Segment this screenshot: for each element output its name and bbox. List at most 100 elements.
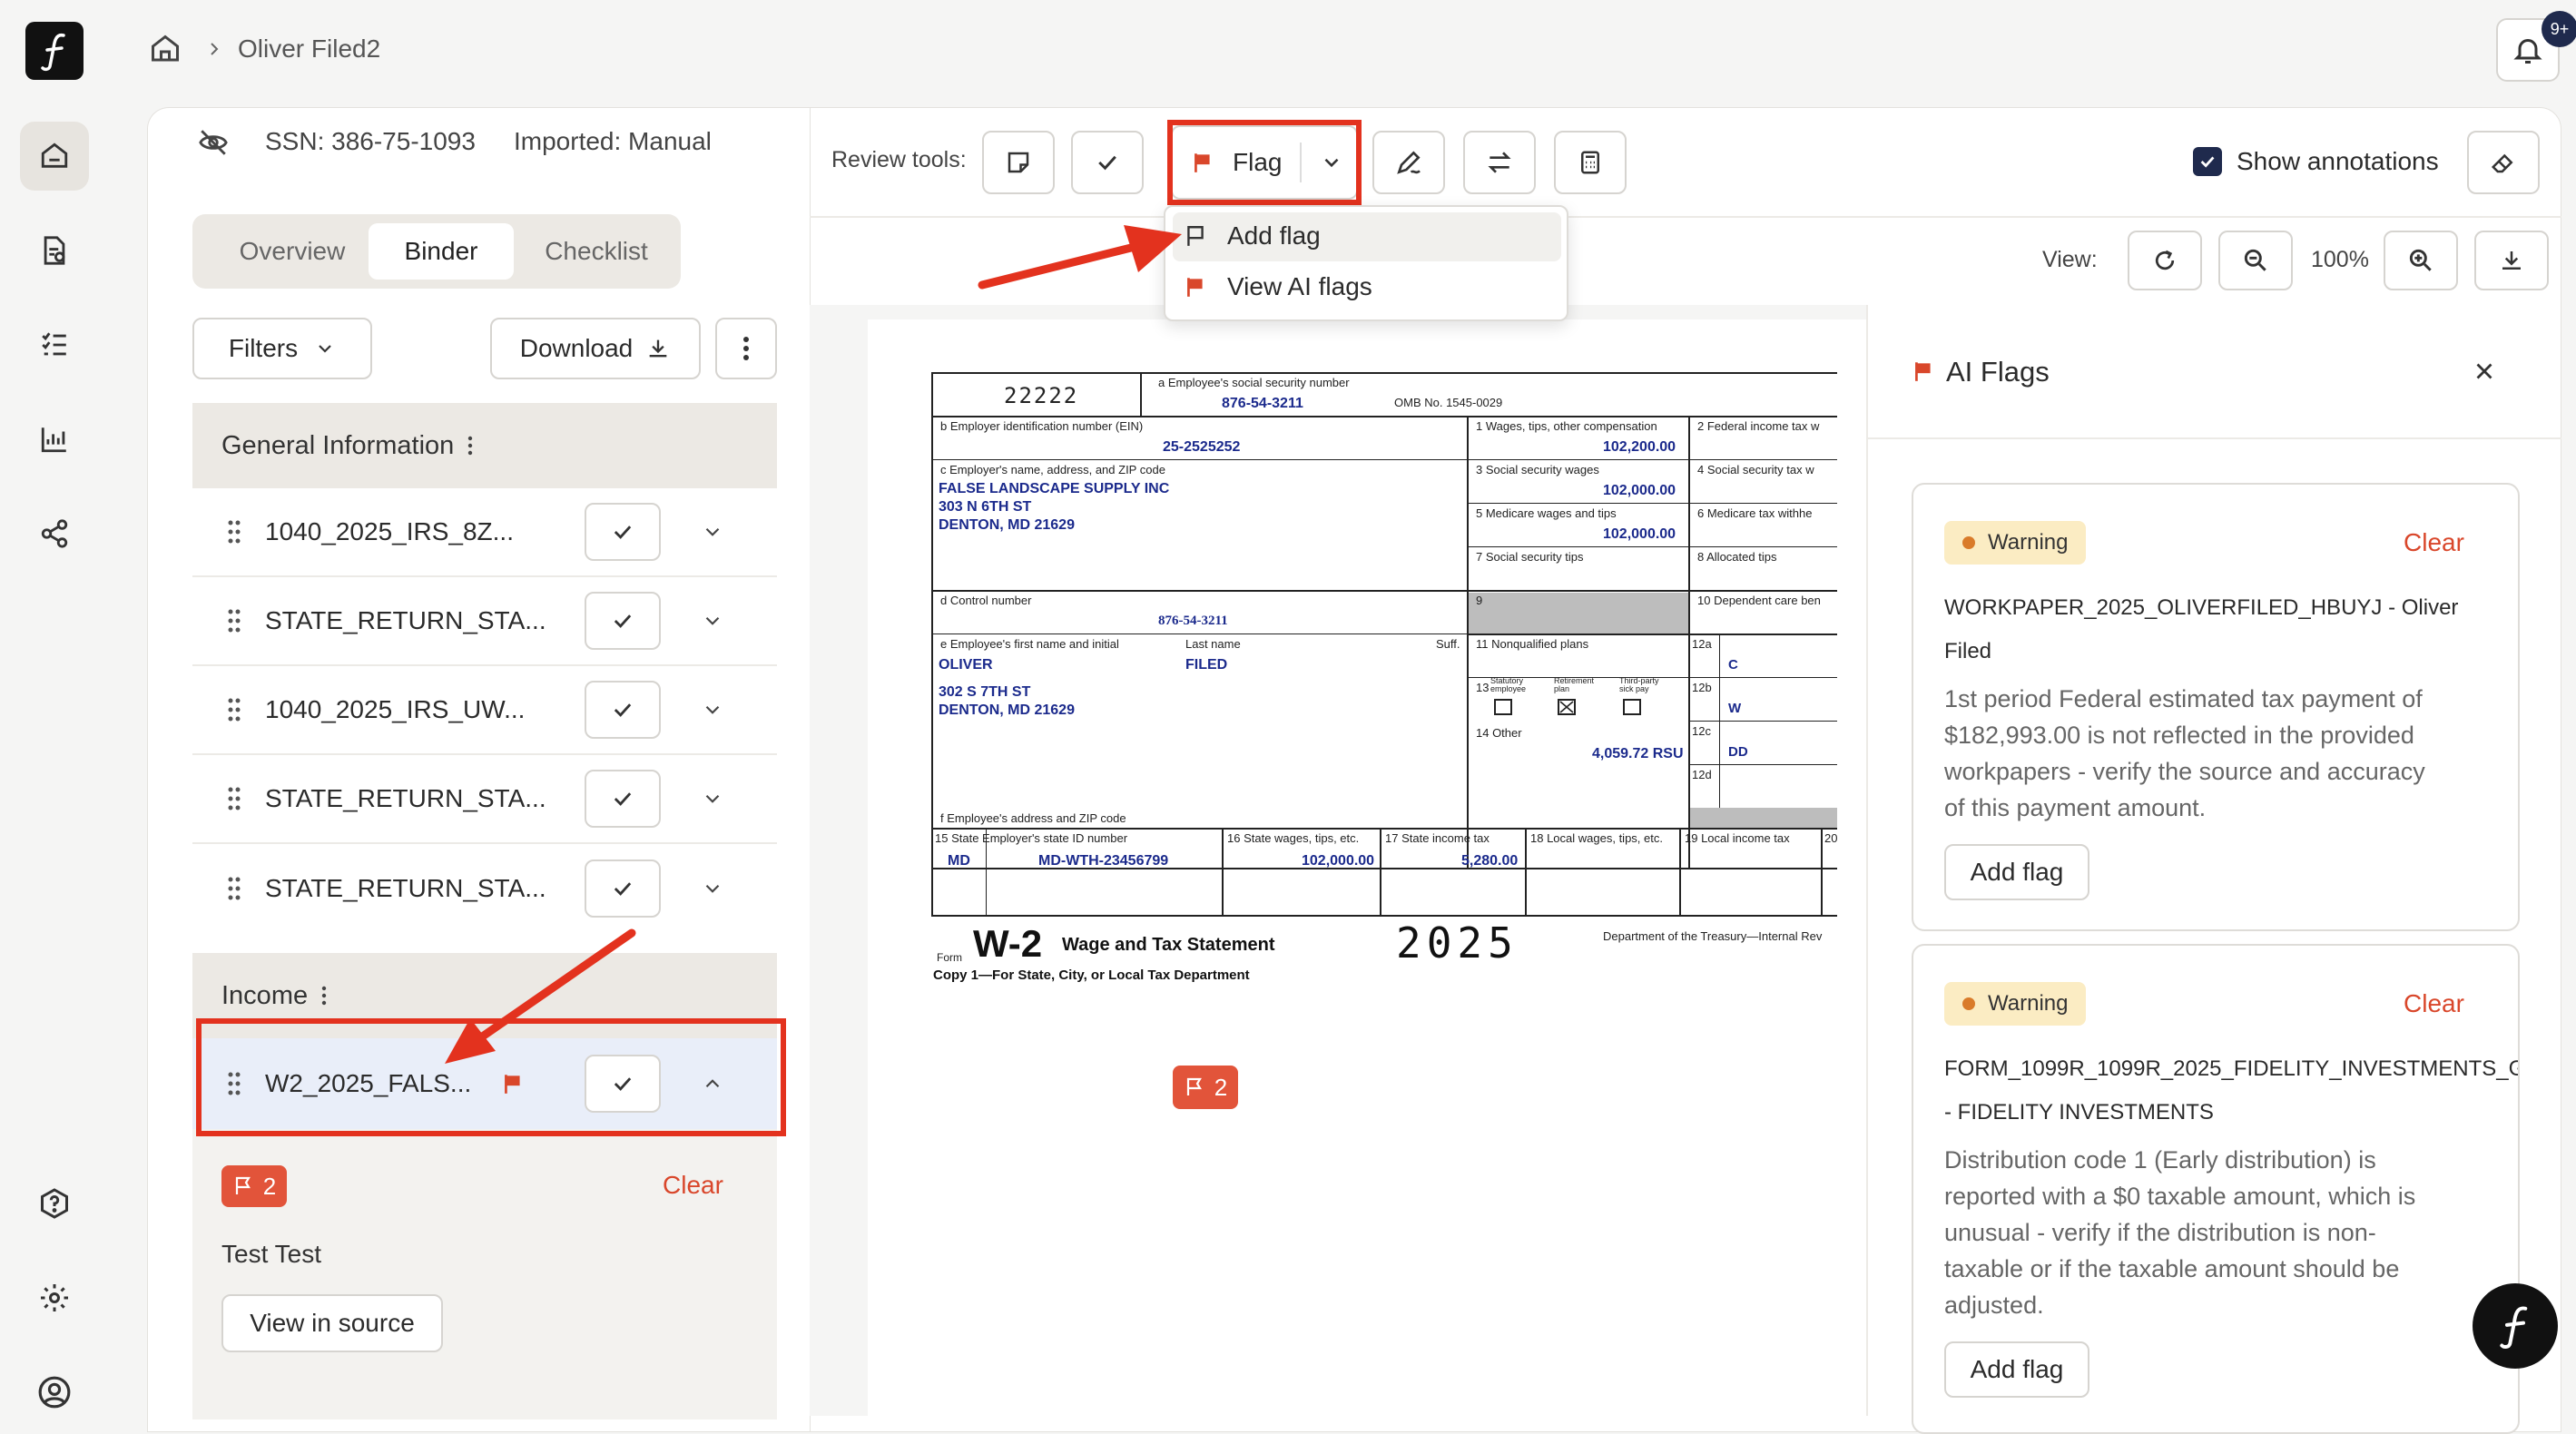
swap-icon xyxy=(1488,152,1511,173)
settings-nav-icon[interactable] xyxy=(20,1263,89,1332)
w2-ein-label: b Employer identification number (EIN) xyxy=(940,419,1144,433)
tab-binder[interactable]: Binder xyxy=(369,223,514,280)
home-nav-icon[interactable] xyxy=(20,122,89,191)
document-flag-badge[interactable]: 2 xyxy=(1173,1066,1238,1109)
chevron-down-icon xyxy=(705,794,720,803)
approve-button[interactable] xyxy=(585,503,661,561)
add-flag-button[interactable]: Add flag xyxy=(1944,1341,2089,1398)
w2-form-title: Wage and Tax Statement xyxy=(1062,935,1275,955)
clear-flags-button[interactable]: Clear xyxy=(663,1171,723,1200)
menu-item-add-flag[interactable]: Add flag xyxy=(1184,221,1321,250)
show-annotations-checkbox[interactable] xyxy=(2193,147,2222,176)
chevron-down-icon xyxy=(319,345,331,353)
document-row[interactable]: STATE_RETURN_STA... xyxy=(192,755,777,844)
ai-flag-desc-line: reported with a $0 taxable amount, which… xyxy=(1944,1183,2416,1210)
document-name[interactable]: STATE_RETURN_STA... xyxy=(265,606,546,635)
approve-tool-button[interactable] xyxy=(1071,131,1144,194)
w2-b12c: 12c xyxy=(1692,724,1711,738)
show-annotations-label[interactable]: Show annotations xyxy=(2237,147,2439,176)
flag-count-badge[interactable]: 2 xyxy=(221,1165,287,1207)
share-nav-icon[interactable] xyxy=(20,499,89,568)
app-logo[interactable] xyxy=(25,22,84,80)
w2-b17-label: 17 State income tax xyxy=(1385,831,1490,845)
chevron-down-icon xyxy=(705,884,720,893)
clear-button[interactable]: Clear xyxy=(2404,528,2464,557)
document-row[interactable]: 1040_2025_IRS_8Z... xyxy=(192,488,777,577)
approve-button[interactable] xyxy=(585,681,661,739)
document-name[interactable]: STATE_RETURN_STA... xyxy=(265,874,546,903)
more-options-button[interactable] xyxy=(715,318,777,379)
warning-label: Warning xyxy=(1988,530,2069,555)
w2-emp-city: DENTON, MD 21629 xyxy=(939,702,1075,718)
w2-form: 22222 a Employee's social security numbe… xyxy=(931,372,1837,917)
tab-checklist[interactable]: Checklist xyxy=(519,223,673,280)
calculator-icon xyxy=(1581,151,1599,174)
zoom-level: 100% xyxy=(2311,247,2369,272)
w2-control: 876-54-3211 xyxy=(1158,614,1228,628)
approve-button[interactable] xyxy=(585,592,661,650)
view-in-source-button[interactable]: View in source xyxy=(221,1294,443,1352)
review-tools-label: Review tools: xyxy=(831,147,967,172)
help-nav-icon[interactable] xyxy=(20,1169,89,1238)
w2-b4-label: 4 Social security tax w xyxy=(1697,463,1814,476)
w2-year: 2025 xyxy=(1396,918,1519,967)
filters-button[interactable]: Filters xyxy=(192,318,372,379)
tab-overview[interactable]: Overview xyxy=(211,223,374,280)
checklist-nav-icon[interactable] xyxy=(20,310,89,379)
breadcrumb-current[interactable]: Oliver Filed2 xyxy=(238,34,380,64)
check-icon xyxy=(2200,156,2215,168)
document-name[interactable]: STATE_RETURN_STA... xyxy=(265,784,546,813)
zoom-out-button[interactable] xyxy=(2218,231,2293,290)
w2-ssn: 876-54-3211 xyxy=(1222,396,1303,411)
annotation-arrow xyxy=(978,225,1182,290)
assistant-button[interactable] xyxy=(2473,1283,2558,1369)
w2-b13-checkbox xyxy=(1623,699,1641,715)
pen-icon xyxy=(1397,151,1421,174)
hidden-eye-icon[interactable] xyxy=(198,127,229,158)
eraser-button[interactable] xyxy=(2467,131,2540,194)
ai-panel-header-divider xyxy=(1866,437,2561,439)
w2-b7-label: 7 Social security tips xyxy=(1476,550,1584,564)
check-icon xyxy=(614,882,632,896)
profile-nav-icon[interactable] xyxy=(20,1358,89,1427)
compare-tool-button[interactable] xyxy=(1463,131,1536,194)
w2-b18-label: 18 Local wages, tips, etc. xyxy=(1530,831,1663,845)
sticky-note-tool-button[interactable] xyxy=(982,131,1055,194)
w2-b2-label: 2 Federal income tax w xyxy=(1697,419,1820,433)
add-flag-button[interactable]: Add flag xyxy=(1944,844,2089,900)
w2-code: 22222 xyxy=(1004,383,1079,408)
download-button[interactable]: Download xyxy=(490,318,701,379)
document-name[interactable]: 1040_2025_IRS_8Z... xyxy=(265,517,514,546)
flag-outline-icon xyxy=(1186,1077,1202,1095)
section-title: General Information xyxy=(221,430,455,460)
breadcrumb-chevron-icon xyxy=(203,36,225,62)
section-general-information[interactable]: General Information xyxy=(192,403,777,488)
menu-item-view-ai-flags[interactable]: View AI flags xyxy=(1184,272,1372,301)
chevron-down-icon xyxy=(705,527,720,536)
signature-tool-button[interactable] xyxy=(1372,131,1445,194)
w2-first: OLIVER xyxy=(939,657,993,673)
w2-b12b-code: W xyxy=(1728,701,1742,716)
document-row[interactable]: STATE_RETURN_STA... xyxy=(192,577,777,666)
document-row[interactable]: 1040_2025_IRS_UW... xyxy=(192,666,777,755)
zoom-in-button[interactable] xyxy=(2384,231,2458,290)
approve-button[interactable] xyxy=(585,859,661,918)
client-imported: Imported: Manual xyxy=(514,127,712,155)
rotate-button[interactable] xyxy=(2128,231,2202,290)
document-name[interactable]: 1040_2025_IRS_UW... xyxy=(265,695,525,724)
client-ssn: SSN: 386-75-1093 xyxy=(265,127,476,155)
download-document-button[interactable] xyxy=(2474,231,2549,290)
analytics-nav-icon[interactable] xyxy=(20,405,89,474)
documents-nav-icon[interactable] xyxy=(20,216,89,285)
calculator-tool-button[interactable] xyxy=(1554,131,1627,194)
w2-suff-label: Suff. xyxy=(1436,637,1460,651)
clear-button[interactable]: Clear xyxy=(2404,989,2464,1018)
flag-outline-icon xyxy=(235,1176,251,1194)
ai-flag-desc-line: of this payment amount. xyxy=(1944,794,2207,821)
home-icon[interactable] xyxy=(149,33,182,65)
check-icon xyxy=(614,703,632,717)
approve-button[interactable] xyxy=(585,770,661,828)
w2-b12a: 12a xyxy=(1692,637,1712,651)
close-icon[interactable] xyxy=(2471,358,2498,385)
check-icon xyxy=(614,792,632,806)
